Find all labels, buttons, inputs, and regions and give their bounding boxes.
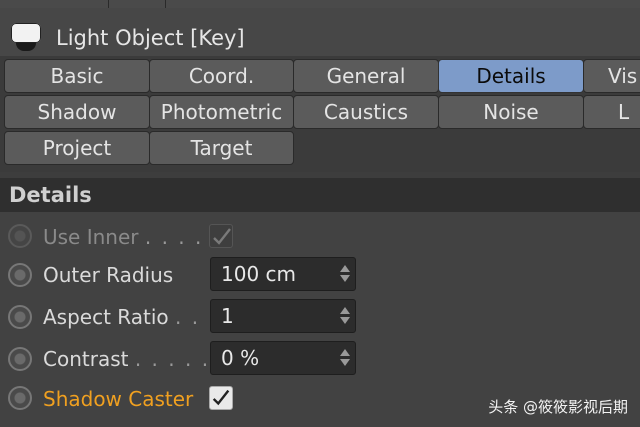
use-inner-label: Use Inner . . . . . — [43, 225, 220, 249]
checkmark-icon — [213, 228, 231, 245]
outer-radius-value: 100 cm — [221, 262, 297, 286]
contrast-label: Contrast . . . . . — [43, 347, 210, 371]
param-row-aspect-ratio: Aspect Ratio . . 1 — [0, 298, 640, 338]
animate-radio-icon[interactable] — [8, 263, 32, 287]
tab-photometric[interactable]: Photometric — [149, 95, 294, 129]
shadow-caster-checkbox[interactable] — [209, 386, 233, 410]
attribute-tabs: Basic Coord. General Details Vis Shadow … — [0, 56, 640, 172]
animate-radio-icon[interactable] — [8, 347, 32, 371]
tab-noise[interactable]: Noise — [438, 95, 584, 129]
section-title: Details — [9, 183, 92, 207]
top-strip-segment — [109, 0, 166, 8]
tab-target[interactable]: Target — [149, 131, 294, 165]
animate-radio-icon[interactable] — [8, 386, 32, 410]
window-title: Light Object [Key] — [56, 26, 245, 50]
contrast-field[interactable]: 0 % — [210, 341, 356, 375]
label-dots: . . . . . — [134, 347, 211, 371]
tab-basic[interactable]: Basic — [4, 59, 150, 93]
tab-project[interactable]: Project — [4, 131, 150, 165]
top-strip — [0, 0, 640, 8]
animate-radio-icon[interactable] — [8, 305, 32, 329]
spinner-arrows-icon[interactable] — [340, 307, 350, 325]
contrast-label-text: Contrast — [43, 347, 129, 371]
use-inner-checkbox[interactable] — [209, 224, 233, 248]
tab-shadow[interactable]: Shadow — [4, 95, 150, 129]
aspect-ratio-field[interactable]: 1 — [210, 299, 356, 333]
checkmark-icon — [212, 389, 230, 406]
param-row-use-inner: Use Inner . . . . . — [0, 218, 640, 258]
aspect-ratio-value: 1 — [221, 304, 234, 328]
light-icon-base — [16, 43, 36, 51]
contrast-value: 0 % — [221, 346, 260, 370]
spinner-arrows-icon[interactable] — [340, 265, 350, 283]
top-strip-segment — [0, 0, 109, 8]
section-header: Details — [0, 178, 640, 212]
tab-lens[interactable]: L — [583, 95, 640, 129]
aspect-ratio-label: Aspect Ratio . . — [43, 305, 200, 329]
tab-details[interactable]: Details — [438, 59, 584, 93]
param-row-contrast: Contrast . . . . . 0 % — [0, 340, 640, 380]
aspect-ratio-label-text: Aspect Ratio — [43, 305, 169, 329]
tab-vis[interactable]: Vis — [583, 59, 640, 93]
param-row-outer-radius: Outer Radius 100 cm — [0, 256, 640, 296]
title-bar: Light Object [Key] — [0, 8, 640, 56]
light-object-icon — [11, 23, 41, 53]
spinner-arrows-icon[interactable] — [340, 349, 350, 367]
shadow-caster-label: Shadow Caster — [43, 387, 194, 411]
watermark-text: 头条 @筱筱影视后期 — [488, 398, 628, 416]
animate-radio-icon[interactable] — [8, 224, 32, 248]
tab-coord[interactable]: Coord. — [149, 59, 294, 93]
outer-radius-label: Outer Radius — [43, 263, 174, 287]
light-icon-shade — [11, 23, 41, 43]
tab-caustics[interactable]: Caustics — [293, 95, 439, 129]
parameters-panel: Use Inner . . . . . Outer Radius 100 cm … — [0, 212, 640, 427]
top-strip-segment — [166, 0, 640, 8]
use-inner-label-text: Use Inner — [43, 225, 139, 249]
tab-general[interactable]: General — [293, 59, 439, 93]
label-dots: . . — [175, 305, 201, 329]
outer-radius-field[interactable]: 100 cm — [210, 257, 356, 291]
